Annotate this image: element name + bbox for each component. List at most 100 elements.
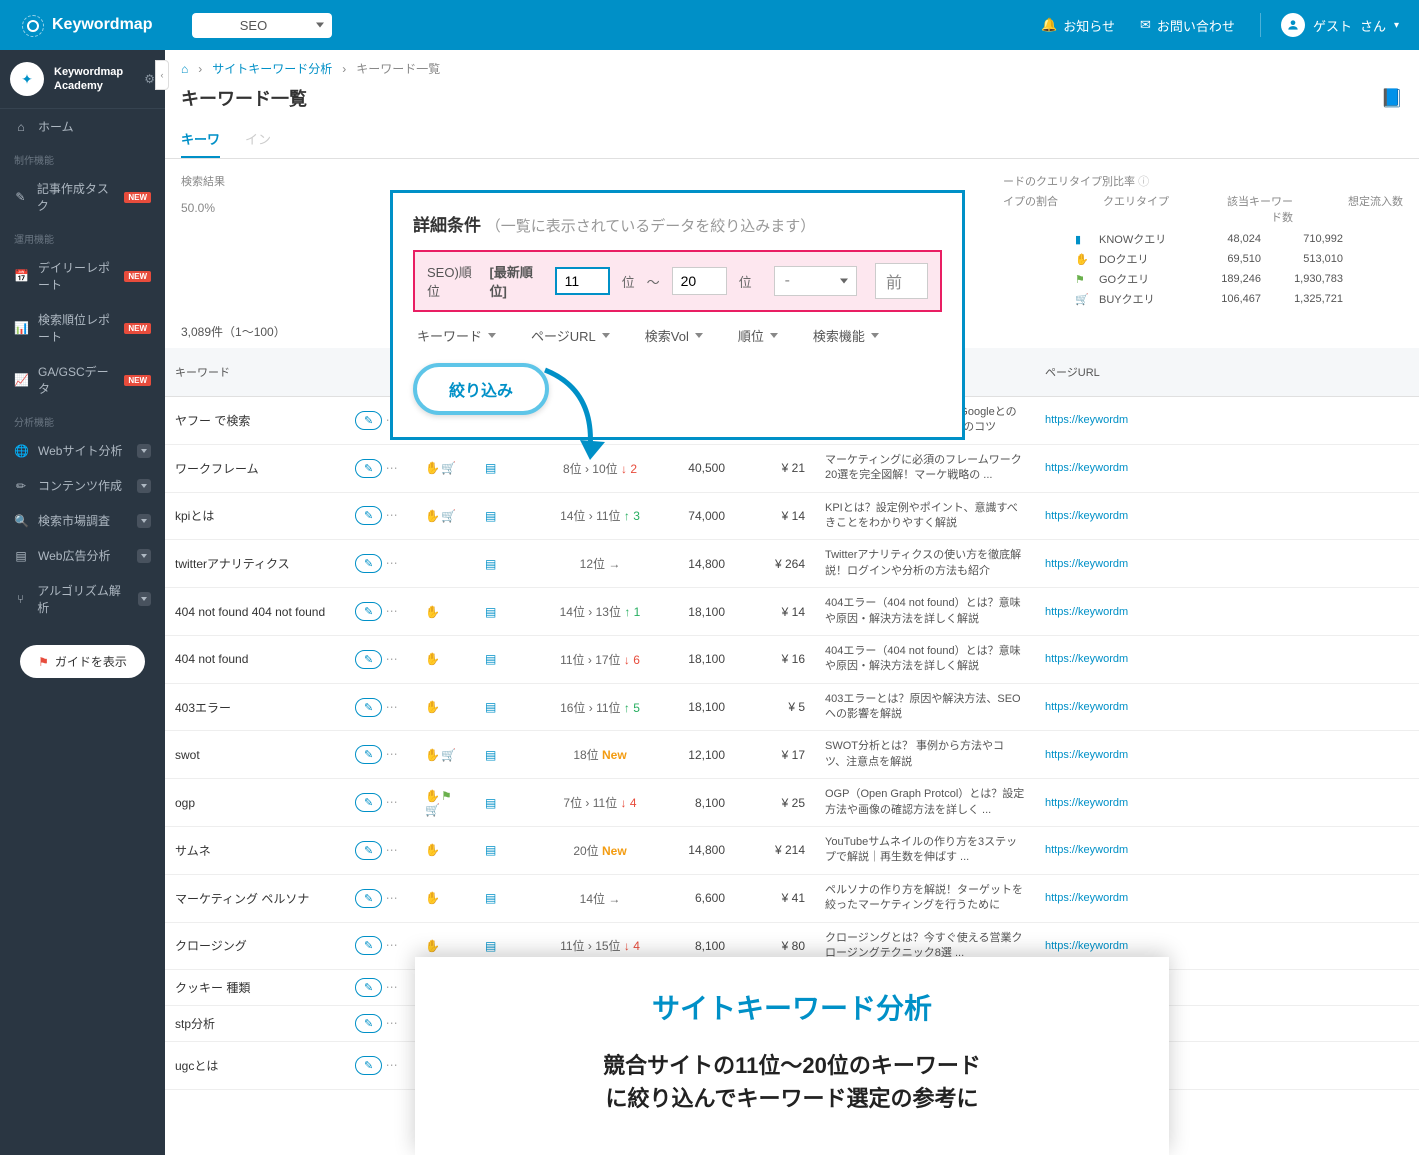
analyze-button[interactable]: ✎ <box>355 650 382 669</box>
analyze-button[interactable]: ✎ <box>355 745 382 764</box>
tab-hidden[interactable]: イン <box>245 121 271 158</box>
tab-keyword[interactable]: キーワ <box>181 121 220 158</box>
opt-vol[interactable]: 検索Vol <box>645 326 703 345</box>
analyze-button[interactable]: ✎ <box>355 889 382 908</box>
home-icon[interactable]: ⌂ <box>181 62 188 76</box>
url-cell[interactable]: https://keywordm <box>1035 635 1419 683</box>
period-select[interactable]: 前 <box>875 263 928 299</box>
url-cell[interactable]: https://keywordm <box>1035 444 1419 492</box>
chevron-down-icon <box>138 592 151 606</box>
sidebar-market[interactable]: 🔍検索市場調査 <box>0 503 165 538</box>
url-cell[interactable]: https://keywordm <box>1035 397 1419 445</box>
book-icon[interactable]: 📘 <box>1381 88 1403 109</box>
more-button[interactable]: ⋯ <box>386 843 398 857</box>
notifications-link[interactable]: 🔔 お知らせ <box>1041 16 1115 35</box>
col-keyword[interactable]: キーワード <box>165 348 345 397</box>
analyze-button[interactable]: ✎ <box>355 793 382 812</box>
more-button[interactable]: ⋯ <box>386 1016 398 1030</box>
url-cell[interactable]: https://keywordm <box>1035 827 1419 875</box>
qtype-go: ⚑GOクエリ189,2461,930,783 <box>1003 269 1403 289</box>
analyze-button[interactable]: ✎ <box>355 841 382 860</box>
title-cell: 404エラー（404 not found）とは？意味や原因・解決方法を詳しく解説 <box>815 635 1035 683</box>
url-cell[interactable]: https://keywordm <box>1035 779 1419 827</box>
table-row[interactable]: マーケティング ペルソナ✎ ⋯✋▤14位 →6,600¥ 41ペルソナの作り方を… <box>165 874 1419 922</box>
sidebar-rank[interactable]: 📊検索順位レポートNEW <box>0 302 165 354</box>
more-button[interactable]: ⋯ <box>386 461 398 475</box>
table-row[interactable]: twitterアナリティクス✎ ⋯▤12位 →14,800¥ 264Twitte… <box>165 540 1419 588</box>
opt-url[interactable]: ページURL <box>531 326 610 345</box>
category-select[interactable]: SEO <box>192 13 332 38</box>
page-title: キーワード一覧 📘 <box>165 81 1419 121</box>
help-icon[interactable]: ⓘ <box>1138 176 1149 188</box>
analyze-button[interactable]: ✎ <box>355 459 382 478</box>
more-button[interactable]: ⋯ <box>386 652 398 666</box>
sidebar-algo[interactable]: ⑂アルゴリズム解析 <box>0 573 165 625</box>
analyze-button[interactable]: ✎ <box>355 978 382 997</box>
table-row[interactable]: 404 not found✎ ⋯✋▤11位 › 17位 ↓ 618,100¥ 1… <box>165 635 1419 683</box>
more-button[interactable]: ⋯ <box>386 508 398 522</box>
table-row[interactable]: swot✎ ⋯✋🛒▤18位 New12,100¥ 17SWOT分析とは？ 事例か… <box>165 731 1419 779</box>
hand-icon: ✋ <box>425 843 439 857</box>
more-button[interactable]: ⋯ <box>386 556 398 570</box>
breadcrumb: ⌂› サイトキーワード分析› キーワード一覧 <box>165 50 1419 81</box>
chevron-down-icon: ▾ <box>1394 20 1399 31</box>
sidebar-make-task[interactable]: ✎記事作成タスクNEW <box>0 171 165 223</box>
sidebar-content[interactable]: ✏コンテンツ作成 <box>0 468 165 503</box>
col-url[interactable]: ページURL <box>1035 348 1419 397</box>
analyze-button[interactable]: ✎ <box>355 698 382 717</box>
rank-to-input[interactable] <box>672 267 727 295</box>
analyze-button[interactable]: ✎ <box>355 411 382 430</box>
bookmark-icon: ▮ <box>1075 233 1087 246</box>
analyze-button[interactable]: ✎ <box>355 554 382 573</box>
more-button[interactable]: ⋯ <box>386 747 398 761</box>
more-button[interactable]: ⋯ <box>386 1058 398 1072</box>
apply-filter-button[interactable]: 絞り込み <box>413 363 549 415</box>
title-cell: SWOT分析とは？ 事例から方法やコツ、注意点を解説 <box>815 731 1035 779</box>
table-row[interactable]: サムネ✎ ⋯✋▤20位 New14,800¥ 214YouTubeサムネイルの作… <box>165 827 1419 875</box>
url-cell[interactable]: https://keywordm <box>1035 683 1419 731</box>
sidebar-ga[interactable]: 📈GA/GSCデータNEW <box>0 354 165 406</box>
sidebar-daily[interactable]: 📅デイリーレポートNEW <box>0 250 165 302</box>
title-cell: 404エラー（404 not found）とは？意味や原因・解決方法を詳しく解説 <box>815 588 1035 636</box>
crumb-link-1[interactable]: サイトキーワード分析 <box>212 60 332 77</box>
analyze-button[interactable]: ✎ <box>355 506 382 525</box>
chevron-down-icon <box>695 333 703 338</box>
gear-icon[interactable]: ⚙ <box>144 72 155 86</box>
analyze-button[interactable]: ✎ <box>355 602 382 621</box>
opt-rank[interactable]: 順位 <box>738 326 778 345</box>
table-row[interactable]: ワークフレーム✎ ⋯✋🛒▤8位 › 10位 ↓ 240,500¥ 21マーケティ… <box>165 444 1419 492</box>
table-row[interactable]: 404 not found 404 not found✎ ⋯✋▤14位 › 13… <box>165 588 1419 636</box>
user-menu[interactable]: ゲスト さん ▾ <box>1260 13 1399 37</box>
sidebar-collapse[interactable]: ‹ <box>155 60 169 90</box>
analyze-button[interactable]: ✎ <box>355 936 382 955</box>
more-button[interactable]: ⋯ <box>386 795 398 809</box>
url-cell[interactable]: https://keywordm <box>1035 540 1419 588</box>
sidebar-ads[interactable]: ▤Web広告分析 <box>0 538 165 573</box>
url-cell[interactable]: https://keywordm <box>1035 731 1419 779</box>
more-button[interactable]: ⋯ <box>386 891 398 905</box>
url-cell[interactable]: https://keywordm <box>1035 588 1419 636</box>
contact-link[interactable]: ✉ お問い合わせ <box>1140 16 1235 35</box>
sidebar-web[interactable]: 🌐Webサイト分析 <box>0 433 165 468</box>
sidebar-home[interactable]: ⌂ホーム <box>0 109 165 144</box>
more-button[interactable]: ⋯ <box>386 700 398 714</box>
url-cell[interactable]: https://keywordm <box>1035 874 1419 922</box>
analyze-button[interactable]: ✎ <box>355 1014 382 1033</box>
cart-icon: 🛒 <box>425 803 439 817</box>
rank-from-input[interactable] <box>555 267 610 295</box>
guide-button[interactable]: ⚑ガイドを表示 <box>20 645 145 678</box>
table-row[interactable]: ogp✎ ⋯✋⚑🛒▤7位 › 11位 ↓ 48,100¥ 25OGP（Open … <box>165 779 1419 827</box>
more-button[interactable]: ⋯ <box>386 938 398 952</box>
analyze-button[interactable]: ✎ <box>355 1056 382 1075</box>
table-row[interactable]: 403エラー✎ ⋯✋▤16位 › 11位 ↑ 518,100¥ 5403エラーと… <box>165 683 1419 731</box>
more-button[interactable]: ⋯ <box>386 604 398 618</box>
opt-keyword[interactable]: キーワード <box>417 326 496 345</box>
cpc-cell: ¥ 21 <box>735 444 815 492</box>
cpc-cell: ¥ 25 <box>735 779 815 827</box>
more-button[interactable]: ⋯ <box>386 980 398 994</box>
url-cell[interactable]: https://keywordm <box>1035 492 1419 540</box>
opt-func[interactable]: 検索機能 <box>813 326 879 345</box>
table-row[interactable]: kpiとは✎ ⋯✋🛒▤14位 › 11位 ↑ 374,000¥ 14KPIとは？… <box>165 492 1419 540</box>
match-select[interactable]: - <box>774 266 857 296</box>
sidebar-academy[interactable]: ✦ Keywordmap Academy ⚙ <box>0 50 165 109</box>
